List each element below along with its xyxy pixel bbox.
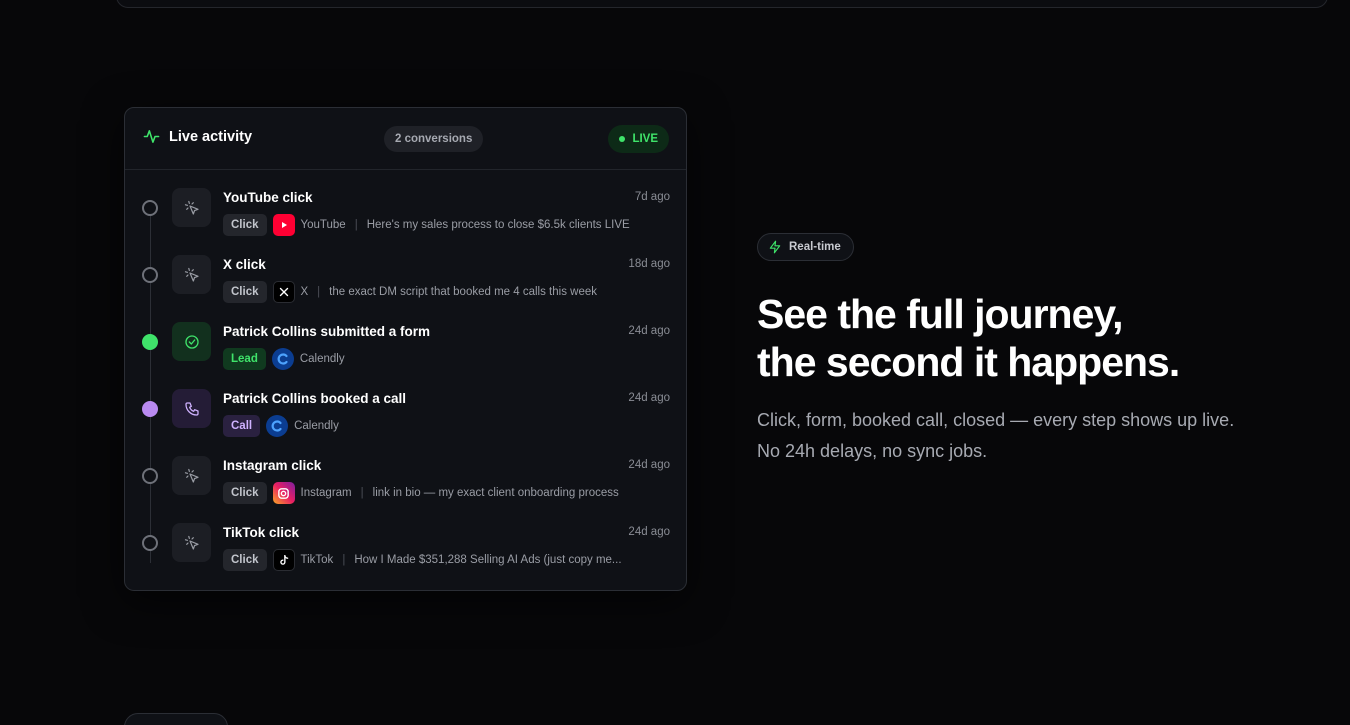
cursor-click-icon <box>172 188 211 227</box>
lightning-icon <box>769 240 781 254</box>
platform-name: Calendly <box>299 353 345 365</box>
card-header: Live activity 2 conversions LIVE <box>125 108 686 170</box>
calendly-icon <box>271 348 294 370</box>
item-detail: Here's my sales process to close $6.5k c… <box>366 219 630 231</box>
youtube-icon <box>272 214 295 236</box>
check-circle-icon <box>172 322 211 361</box>
header-title-group: Live activity <box>143 128 252 145</box>
cursor-click-icon <box>172 523 211 562</box>
item-detail: How I Made $351,288 Selling AI Ads (just… <box>354 554 622 566</box>
instagram-icon <box>272 482 295 504</box>
realtime-label: Real-time <box>789 241 841 253</box>
item-meta: Call Calendly <box>223 415 339 437</box>
item-title: Instagram click <box>223 458 322 473</box>
item-detail: link in bio — my exact client onboarding… <box>372 487 619 499</box>
item-meta: Click YouTube | Here's my sales process … <box>223 214 630 236</box>
separator: | <box>317 286 321 298</box>
item-time: 24d ago <box>628 526 670 538</box>
realtime-badge: Real-time <box>757 233 854 261</box>
activity-item-form-submitted[interactable]: Patrick Collins submitted a form 24d ago… <box>124 322 687 384</box>
item-title: Patrick Collins submitted a form <box>223 324 431 339</box>
card-title: Live activity <box>169 128 253 145</box>
live-label: LIVE <box>632 133 658 145</box>
item-title: Patrick Collins booked a call <box>223 391 407 406</box>
hero-headline: See the full journey, the second it happ… <box>757 290 1180 386</box>
event-tag: Click <box>223 214 267 236</box>
platform-name: Calendly <box>294 420 339 432</box>
item-title: TikTok click <box>223 525 300 540</box>
activity-item-instagram[interactable]: Instagram click 24d ago Click Instagram … <box>124 456 687 518</box>
timeline-dot <box>142 334 158 350</box>
item-meta: Click X | the exact DM script that booke… <box>223 281 597 303</box>
item-title: YouTube click <box>223 190 313 205</box>
item-title: X click <box>223 257 266 272</box>
platform-name: TikTok <box>300 554 334 566</box>
separator: | <box>354 219 358 231</box>
headline-line-2: the second it happens. <box>757 339 1180 385</box>
event-tag: Click <box>223 482 267 504</box>
item-meta: Click TikTok | How I Made $351,288 Selli… <box>223 549 622 571</box>
item-meta: Click Instagram | link in bio — my exact… <box>223 482 619 504</box>
timeline-dot <box>142 535 158 551</box>
activity-item-youtube[interactable]: YouTube click 7d ago Click YouTube | Her… <box>124 188 687 250</box>
event-tag: Lead <box>223 348 266 370</box>
tiktok-icon <box>272 549 295 571</box>
live-dot-icon <box>619 136 626 142</box>
headline-line-1: See the full journey, <box>757 291 1124 337</box>
calendly-icon <box>266 415 289 437</box>
live-badge: LIVE <box>608 125 669 153</box>
item-time: 7d ago <box>634 191 670 203</box>
item-detail: the exact DM script that booked me 4 cal… <box>329 286 597 298</box>
x-logo-icon <box>272 281 295 303</box>
item-meta: Lead Calendly <box>223 348 345 370</box>
item-time: 18d ago <box>628 258 670 270</box>
timeline-dot <box>142 401 158 417</box>
timeline-dot <box>142 468 158 484</box>
activity-item-tiktok[interactable]: TikTok click 24d ago Click TikTok | How … <box>124 523 687 585</box>
platform-name: YouTube <box>300 219 346 231</box>
event-tag: Click <box>223 281 267 303</box>
separator: | <box>342 554 346 566</box>
activity-item-x[interactable]: X click 18d ago Click X | the exact DM s… <box>124 255 687 317</box>
platform-name: Instagram <box>300 487 352 499</box>
next-section-badge <box>124 713 228 725</box>
timeline-dot <box>142 200 158 216</box>
separator: | <box>360 487 364 499</box>
timeline-dot <box>142 267 158 283</box>
event-tag: Call <box>223 415 261 437</box>
event-tag: Click <box>223 549 267 571</box>
cursor-click-icon <box>172 456 211 495</box>
conversions-badge: 2 conversions <box>384 126 484 152</box>
activity-item-booked-call[interactable]: Patrick Collins booked a call 24d ago Ca… <box>124 389 687 451</box>
platform-name: X <box>300 286 309 298</box>
activity-pulse-icon <box>143 130 160 143</box>
item-time: 24d ago <box>628 392 670 404</box>
item-time: 24d ago <box>628 459 670 471</box>
hero-subtext: Click, form, booked call, closed — every… <box>757 410 1235 461</box>
phone-icon <box>172 389 211 428</box>
cursor-click-icon <box>172 255 211 294</box>
previous-section-panel <box>116 0 1328 8</box>
item-time: 24d ago <box>628 325 670 337</box>
